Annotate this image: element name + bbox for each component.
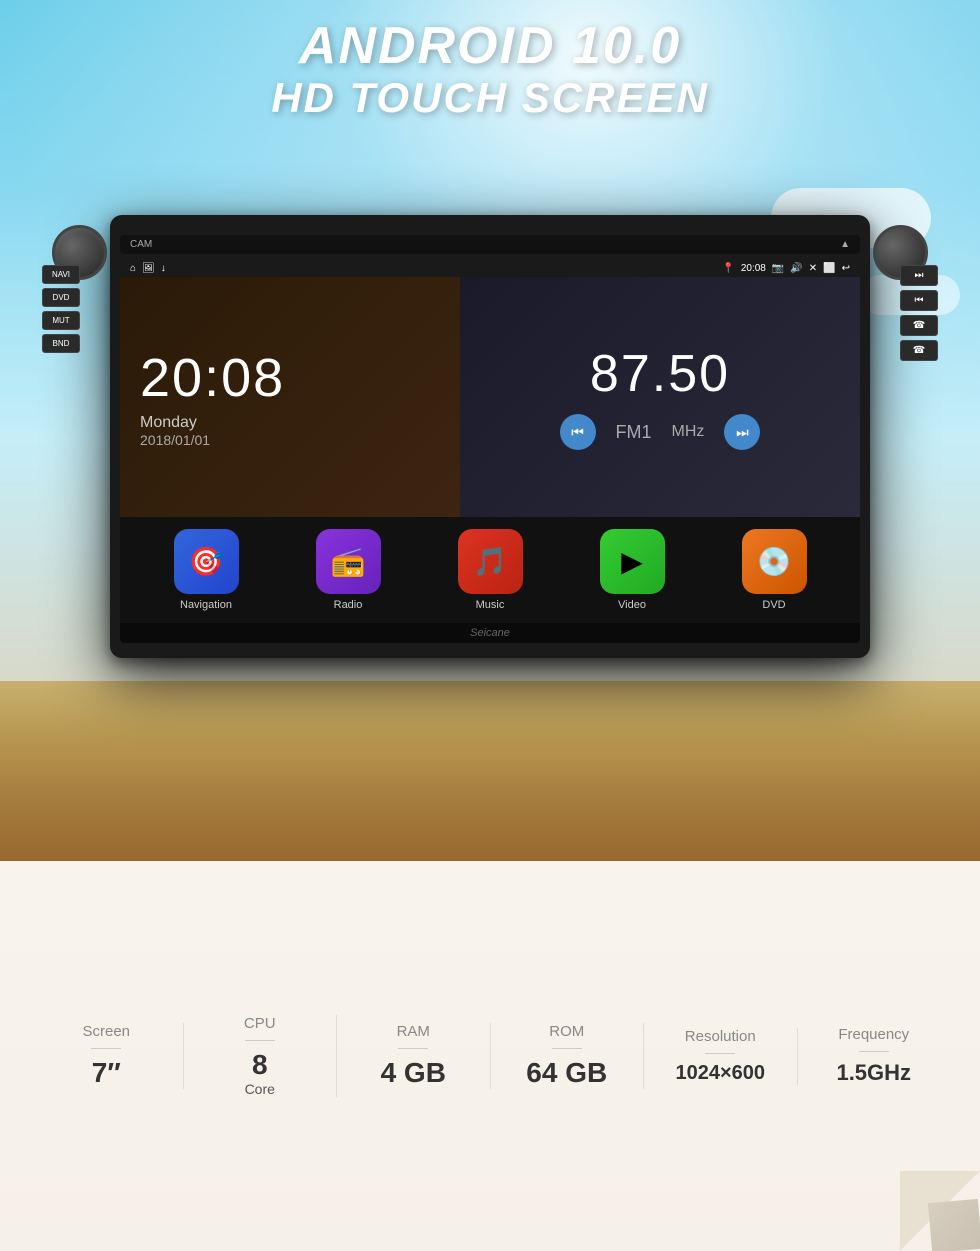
main-display-area: 20:08 Monday 2018/01/01 87.50 ⏮ FM1 MHz …	[120, 277, 860, 517]
stereo-unit: NAVI DVD MUT BND ⏭ ⏮ ☎ ☎ CAM ▲ ⌂ 🖼	[110, 215, 870, 658]
video-app-label: Video	[618, 599, 646, 611]
spec-screen-value: 7″	[92, 1057, 121, 1089]
main-screen: ⌂ 🖼 ↓ 📍 20:08 📷 🔊 ✕ ⬜ ↩ 20:08	[120, 260, 860, 643]
spec-cpu: CPU 8 Core	[184, 1015, 338, 1097]
specs-grid: Screen 7″ CPU 8 Core RAM 4 GB ROM 64 GB …	[0, 861, 980, 1251]
right-controls: ⏭ ⏮ ☎ ☎	[900, 265, 938, 361]
dvd-app-image: 💿	[742, 529, 807, 594]
spec-cpu-value: 8	[252, 1049, 268, 1081]
table-surface	[0, 681, 980, 861]
dvd-app-icon[interactable]: 💿 DVD	[742, 529, 807, 611]
nav-app-image: 🎯	[174, 529, 239, 594]
status-time: 20:08	[741, 263, 766, 274]
apps-row: 🎯 Navigation 📻 Radio 🎵 Music ▶ Video 💿	[120, 517, 860, 623]
screen-icon: ⬜	[823, 263, 835, 274]
stereo-outer: NAVI DVD MUT BND ⏭ ⏮ ☎ ☎ CAM ▲ ⌂ 🖼	[110, 215, 870, 658]
radio-app-icon[interactable]: 📻 Radio	[316, 529, 381, 611]
spec-divider-0	[91, 1048, 121, 1049]
gallery-icon: 🖼	[142, 263, 155, 274]
call-button[interactable]: ☎	[900, 315, 938, 336]
location-icon: 📍	[722, 263, 734, 274]
title-line2: HD TOUCH SCREEN	[0, 75, 980, 121]
nav-app-label: Navigation	[180, 599, 232, 611]
spec-frequency: Frequency 1.5GHz	[798, 1026, 951, 1086]
watermark-text: Seicane	[470, 627, 510, 639]
spec-divider-2	[398, 1048, 428, 1049]
spec-cpu-sub: Core	[245, 1081, 275, 1097]
spec-screen: Screen 7″	[30, 1023, 184, 1089]
clock-section: 20:08 Monday 2018/01/01	[120, 277, 460, 517]
radio-controls: ⏮ FM1 MHz ⏭	[560, 414, 761, 450]
navi-button[interactable]: NAVI	[42, 265, 80, 284]
spec-ram-label: RAM	[397, 1023, 430, 1040]
radio-frequency: 87.50	[590, 344, 730, 404]
skip-back-button[interactable]: ⏮	[900, 290, 938, 311]
video-app-icon[interactable]: ▶ Video	[600, 529, 665, 611]
band-button[interactable]: BND	[42, 334, 80, 353]
spec-divider-1	[245, 1040, 275, 1041]
spec-frequency-value: 1.5GHz	[836, 1060, 911, 1086]
spec-resolution-value: 1024×600	[675, 1062, 765, 1085]
spec-resolution: Resolution 1024×600	[644, 1028, 798, 1085]
close-icon[interactable]: ✕	[809, 263, 817, 274]
video-app-image: ▶	[600, 529, 665, 594]
clock-date: 2018/01/01	[140, 432, 440, 448]
download-icon: ↓	[161, 263, 166, 274]
status-right-icons: 📍 20:08 📷 🔊 ✕ ⬜ ↩	[722, 263, 850, 274]
clock-day: Monday	[140, 414, 440, 432]
end-call-button[interactable]: ☎	[900, 340, 938, 361]
left-controls: NAVI DVD MUT BND	[42, 265, 80, 353]
spec-ram: RAM 4 GB	[337, 1023, 491, 1089]
spec-divider-3	[552, 1048, 582, 1049]
spec-ram-value: 4 GB	[381, 1057, 446, 1089]
radio-prev-button[interactable]: ⏮	[560, 414, 596, 450]
seicane-watermark: Seicane	[120, 623, 860, 643]
mute-button[interactable]: MUT	[42, 311, 80, 330]
spec-screen-label: Screen	[82, 1023, 130, 1040]
back-icon[interactable]: ↩	[842, 263, 850, 274]
spec-divider-5	[859, 1051, 889, 1052]
paper-curl	[900, 1171, 980, 1251]
camera-icon: 📷	[772, 263, 784, 274]
android-status-bar: ⌂ 🖼 ↓ 📍 20:08 📷 🔊 ✕ ⬜ ↩	[120, 260, 860, 277]
clock-time: 20:08	[140, 347, 440, 409]
title-line1: ANDROID 10.0	[0, 18, 980, 75]
cam-label: CAM	[130, 239, 152, 250]
spec-rom-value: 64 GB	[526, 1057, 607, 1089]
specs-section: Screen 7″ CPU 8 Core RAM 4 GB ROM 64 GB …	[0, 861, 980, 1251]
dvd-button[interactable]: DVD	[42, 288, 80, 307]
nav-app-icon[interactable]: 🎯 Navigation	[174, 529, 239, 611]
spec-frequency-label: Frequency	[838, 1026, 909, 1043]
spec-resolution-label: Resolution	[685, 1028, 756, 1045]
status-left-icons: ⌂ 🖼 ↓	[130, 263, 166, 274]
top-bar: CAM ▲	[120, 235, 860, 254]
music-app-icon[interactable]: 🎵 Music	[458, 529, 523, 611]
radio-next-button[interactable]: ⏭	[724, 414, 760, 450]
radio-app-label: Radio	[334, 599, 363, 611]
volume-icon: 🔊	[790, 263, 802, 274]
spec-divider-4	[705, 1053, 735, 1054]
eject-button[interactable]: ▲	[840, 239, 850, 250]
music-app-image: 🎵	[458, 529, 523, 594]
radio-band: FM1	[616, 422, 652, 443]
skip-forward-button[interactable]: ⏭	[900, 265, 938, 286]
spec-cpu-label: CPU	[244, 1015, 276, 1032]
radio-section: 87.50 ⏮ FM1 MHz ⏭	[460, 277, 860, 517]
spec-rom-label: ROM	[549, 1023, 584, 1040]
radio-mhz: MHz	[672, 423, 705, 441]
title-section: ANDROID 10.0 HD TOUCH SCREEN	[0, 18, 980, 121]
radio-app-image: 📻	[316, 529, 381, 594]
dvd-app-label: DVD	[762, 599, 785, 611]
spec-rom: ROM 64 GB	[491, 1023, 645, 1089]
home-icon[interactable]: ⌂	[130, 263, 136, 274]
music-app-label: Music	[476, 599, 505, 611]
